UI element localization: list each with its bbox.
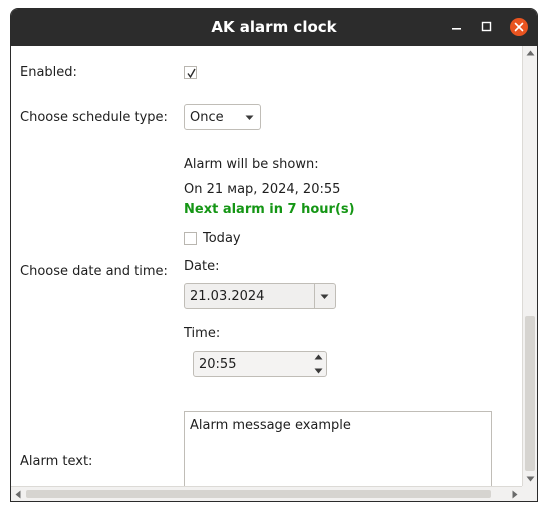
chevron-down-icon (245, 115, 254, 120)
scroll-right-icon[interactable] (512, 490, 518, 499)
date-label: Date: (184, 259, 220, 274)
spin-down-icon[interactable] (314, 368, 323, 374)
today-label[interactable]: Today (203, 231, 241, 246)
alarm-text-input[interactable]: Alarm message example (184, 411, 492, 486)
scroll-left-icon[interactable] (15, 490, 21, 499)
vertical-scrollbar[interactable] (522, 46, 537, 486)
enabled-checkbox[interactable] (184, 66, 197, 79)
date-picker-divider (314, 284, 315, 308)
spin-up-icon[interactable] (314, 354, 323, 360)
scrollbar-corner (522, 486, 537, 501)
date-picker[interactable]: 21.03.2024 (184, 283, 336, 309)
alarm-text-label: Alarm text: (20, 454, 93, 469)
enabled-label: Enabled: (20, 65, 77, 80)
minimize-icon (452, 28, 461, 30)
vertical-scroll-thumb[interactable] (525, 316, 535, 471)
time-spinbox[interactable]: 20:55 (193, 351, 327, 377)
date-value[interactable]: 21.03.2024 (190, 289, 264, 304)
time-label: Time: (184, 326, 221, 341)
schedule-type-select[interactable]: Once (184, 104, 261, 130)
alarm-shown-label: Alarm will be shown: (184, 157, 319, 172)
chevron-down-icon[interactable] (320, 294, 329, 300)
today-checkbox[interactable] (184, 232, 197, 245)
app-window: AK alarm clock Enabled: Choose schedule … (10, 8, 538, 502)
minimize-button[interactable] (447, 17, 467, 37)
horizontal-scrollbar[interactable] (11, 486, 522, 501)
maximize-button[interactable] (477, 17, 497, 37)
alarm-shown-value: On 21 мар, 2024, 20:55 (184, 182, 341, 197)
datetime-label: Choose date and time: (20, 264, 168, 279)
alarm-text-value: Alarm message example (190, 418, 351, 433)
checkmark-icon (187, 68, 196, 79)
scroll-up-icon[interactable] (526, 50, 535, 56)
horizontal-scroll-thumb[interactable] (26, 490, 491, 498)
schedule-type-label: Choose schedule type: (20, 110, 168, 125)
settings-panel: Enabled: Choose schedule type: Once Alar… (11, 46, 522, 486)
schedule-type-value: Once (190, 110, 224, 125)
next-alarm-status: Next alarm in 7 hour(s) (184, 202, 355, 217)
scroll-down-icon[interactable] (526, 476, 535, 482)
close-icon (510, 18, 528, 36)
title-bar[interactable]: AK alarm clock (11, 9, 537, 46)
close-button[interactable] (509, 17, 529, 37)
maximize-icon (481, 21, 492, 32)
time-value[interactable]: 20:55 (199, 357, 236, 372)
